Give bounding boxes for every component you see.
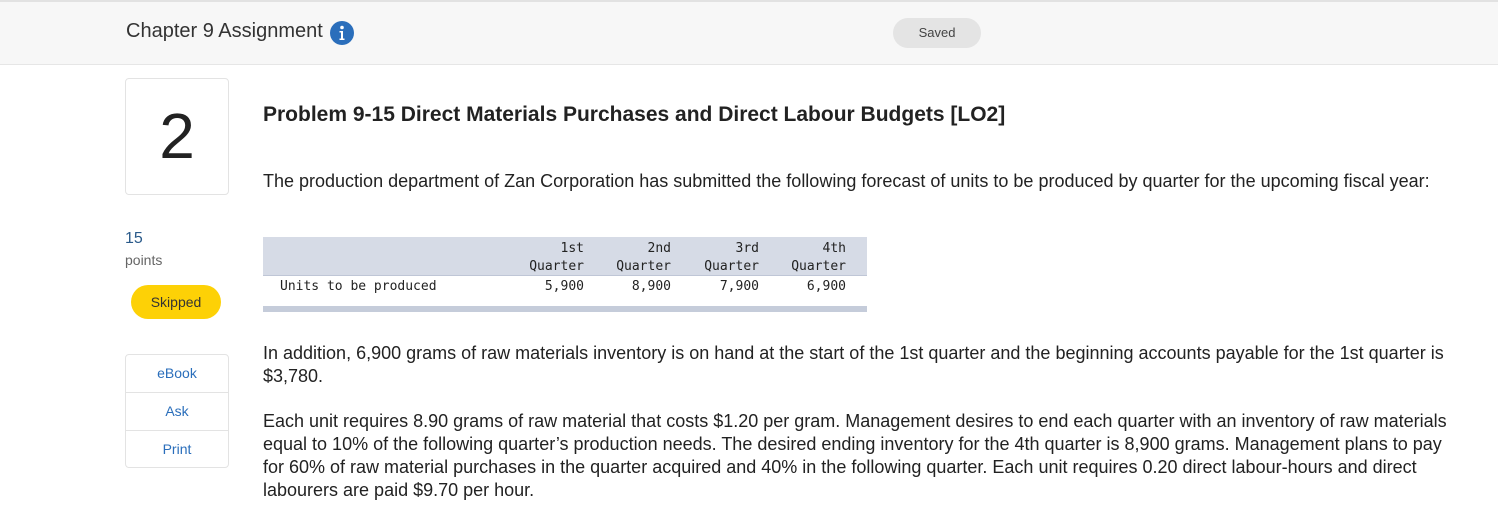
print-link[interactable]: Print [126,431,228,468]
question-number-box: 2 [125,78,229,195]
header-q2-line1: 2nd [647,241,671,256]
points-label: points [125,252,163,268]
header-q4-line2: Quarter [791,259,846,274]
assignment-title: Chapter 9 Assignment [126,20,323,42]
table-footer-bar [263,306,867,312]
side-tools-panel: eBook Ask Print [125,354,229,468]
table-header-q4: 4th Quarter [766,240,846,276]
table-header-q2: 2nd Quarter [591,240,671,276]
table-header-row: 1st Quarter 2nd Quarter 3rd Quarter 4th … [263,237,867,275]
ask-link[interactable]: Ask [126,393,228,431]
cell-q4: 6,900 [806,279,846,294]
table-header-q1: 1st Quarter [504,240,584,276]
ebook-link[interactable]: eBook [126,355,228,393]
header-q4-line1: 4th [822,241,846,256]
cell-q3: 7,900 [719,279,759,294]
cell-q1: 5,900 [544,279,584,294]
saved-status-badge: Saved [893,18,981,48]
cell-q2: 8,900 [631,279,671,294]
problem-paragraph-2: In addition, 6,900 grams of raw material… [263,343,1444,386]
table-header-q3: 3rd Quarter [679,240,759,276]
table-row: Units to be produced 5,900 8,900 7,900 6… [263,275,867,298]
header-q1-line1: 1st [560,241,584,256]
row-label: Units to be produced [280,279,437,294]
points-value: 15 [125,230,143,247]
problem-intro-text: The production department of Zan Corpora… [263,171,1430,191]
question-number: 2 [159,100,195,172]
problem-title: Problem 9-15 Direct Materials Purchases … [263,103,1006,126]
header-q3-line2: Quarter [704,259,759,274]
production-forecast-table: 1st Quarter 2nd Quarter 3rd Quarter 4th … [263,237,867,312]
header-q1-line2: Quarter [529,259,584,274]
header-q2-line2: Quarter [616,259,671,274]
info-icon[interactable] [330,21,354,45]
problem-paragraph-3: Each unit requires 8.90 grams of raw mat… [263,411,1447,500]
assignment-header: Chapter 9 Assignment Saved [0,2,1498,65]
skipped-status-badge: Skipped [131,285,221,319]
header-q3-line1: 3rd [735,241,759,256]
